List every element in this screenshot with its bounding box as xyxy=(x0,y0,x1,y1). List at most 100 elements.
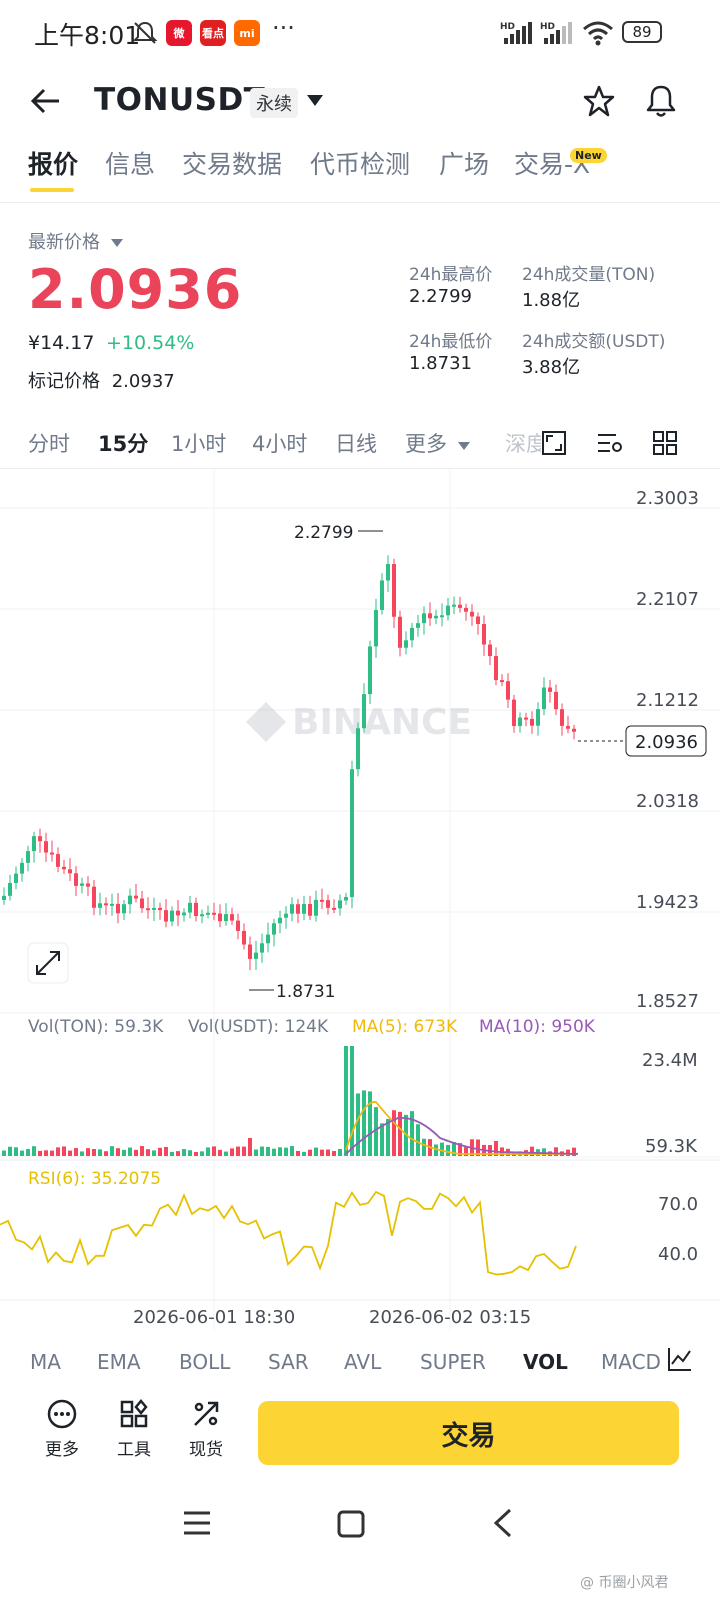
candle-body xyxy=(434,615,438,619)
volume-bar xyxy=(152,1150,156,1156)
more-tool[interactable]: 更多 xyxy=(32,1398,92,1460)
candle-body xyxy=(482,624,486,645)
tools-tool[interactable]: 工具 xyxy=(104,1398,164,1460)
candle-body xyxy=(362,694,366,729)
candle-body xyxy=(356,728,360,770)
volume-bar xyxy=(38,1150,42,1156)
price-axis-label: 2.3003 xyxy=(636,488,699,509)
tab-square[interactable]: 广场 xyxy=(439,145,489,181)
indicator-vol[interactable]: VOL xyxy=(523,1350,568,1374)
candle-body xyxy=(206,912,210,915)
interval-time[interactable]: 分时 xyxy=(28,428,70,458)
indicator-ema[interactable]: EMA xyxy=(97,1350,141,1374)
symbol-title[interactable]: TONUSDT xyxy=(94,82,265,118)
indicator-sar[interactable]: SAR xyxy=(268,1350,309,1374)
volume-bar xyxy=(158,1147,162,1156)
volume-bar xyxy=(320,1149,324,1156)
vol-axis-label: 23.4M xyxy=(642,1050,698,1071)
trade-button[interactable]: 交易 xyxy=(258,1401,679,1465)
candle-body xyxy=(314,899,318,916)
candle-body xyxy=(182,912,186,916)
volume-bar xyxy=(80,1151,84,1156)
candle-body xyxy=(164,910,168,922)
candle-body xyxy=(410,627,414,641)
interval-depth[interactable]: 深度 xyxy=(505,428,541,458)
volume-bar xyxy=(446,1144,450,1156)
candlestick-chart[interactable]: BINANCE 2.3003 2.2107 2.1212 2.0318 1.94… xyxy=(0,470,720,1340)
candle-body xyxy=(38,836,42,842)
chart-grid xyxy=(0,470,720,1330)
indicator-boll[interactable]: BOLL xyxy=(179,1350,230,1374)
volume-bar xyxy=(110,1146,114,1156)
candle-body xyxy=(542,687,546,710)
volume-bar xyxy=(302,1151,306,1156)
volume-bar xyxy=(98,1149,102,1156)
candle-body xyxy=(326,900,330,908)
weibo-icon: 微 xyxy=(166,20,192,46)
candle-body xyxy=(470,611,474,617)
rsi-axis-label: 70.0 xyxy=(658,1194,698,1215)
volume-bar xyxy=(140,1146,144,1156)
last-price-label[interactable]: 最新价格 xyxy=(28,228,124,254)
interval-selector: 分时 15分 1小时 4小时 日线 更多 深度 xyxy=(0,420,720,464)
interval-4h[interactable]: 4小时 xyxy=(252,428,307,458)
interval-1h[interactable]: 1小时 xyxy=(171,428,226,458)
wifi-icon xyxy=(583,21,613,46)
tab-token-check[interactable]: 代币检测 xyxy=(310,145,410,181)
volume-bar xyxy=(122,1149,126,1156)
spot-tool[interactable]: 现货 xyxy=(176,1398,236,1460)
back-arrow-icon[interactable] xyxy=(30,86,62,116)
alert-bell-icon[interactable] xyxy=(644,83,678,119)
interval-15m[interactable]: 15分 xyxy=(98,428,148,458)
price-axis-label: 1.8527 xyxy=(636,991,699,1012)
tab-info[interactable]: 信息 xyxy=(105,145,155,181)
candle-body xyxy=(344,897,348,901)
volume-bar xyxy=(566,1149,570,1156)
symbol-dropdown-icon[interactable] xyxy=(306,94,324,108)
candle-body xyxy=(230,914,234,921)
menu-icon[interactable] xyxy=(182,1510,212,1536)
volume-bar xyxy=(314,1147,318,1156)
expand-chart-button[interactable] xyxy=(27,942,69,984)
candle-body xyxy=(386,564,390,581)
tab-quote[interactable]: 报价 xyxy=(28,145,78,181)
new-badge: New xyxy=(570,148,607,163)
candle-body xyxy=(296,904,300,914)
interval-1d[interactable]: 日线 xyxy=(335,428,377,458)
layout-grid-icon[interactable] xyxy=(652,430,678,456)
volume-bar xyxy=(344,1046,348,1156)
candle-body xyxy=(68,869,72,874)
candle-body xyxy=(2,895,6,900)
indicator-ma[interactable]: MA xyxy=(30,1350,61,1374)
favorite-star-icon[interactable] xyxy=(582,84,616,118)
indicator-chart-icon[interactable] xyxy=(667,1346,693,1372)
candle-body xyxy=(92,886,96,908)
candle-body xyxy=(32,836,36,852)
volume-bar xyxy=(20,1150,24,1156)
volume-bar xyxy=(332,1151,336,1156)
candle-body xyxy=(338,900,342,909)
indicator-super[interactable]: SUPER xyxy=(420,1350,486,1374)
price-axis-label: 2.1212 xyxy=(636,690,699,711)
tab-trading-data[interactable]: 交易数据 xyxy=(182,145,282,181)
cny-price: ¥14.17 xyxy=(28,332,95,354)
chart-settings-icon[interactable] xyxy=(596,430,624,456)
interval-more[interactable]: 更多 xyxy=(405,428,471,458)
volume-bar xyxy=(200,1151,204,1156)
volume-bar xyxy=(356,1093,360,1156)
indicator-avl[interactable]: AVL xyxy=(344,1350,381,1374)
candle-body xyxy=(500,680,504,683)
back-nav-icon[interactable] xyxy=(492,1508,514,1538)
candle-body xyxy=(200,914,204,917)
volume-bar xyxy=(242,1146,246,1156)
indicator-macd[interactable]: MACD xyxy=(601,1350,663,1374)
volume-bar xyxy=(14,1147,18,1156)
volume-bar xyxy=(212,1146,216,1156)
spot-swap-icon xyxy=(194,1401,219,1426)
home-icon[interactable] xyxy=(337,1510,365,1538)
volume-bar xyxy=(68,1150,72,1156)
candle-body xyxy=(290,904,294,914)
candle-body xyxy=(512,699,516,726)
candle-body xyxy=(428,613,432,619)
chart-fullscreen-icon[interactable] xyxy=(541,430,567,456)
